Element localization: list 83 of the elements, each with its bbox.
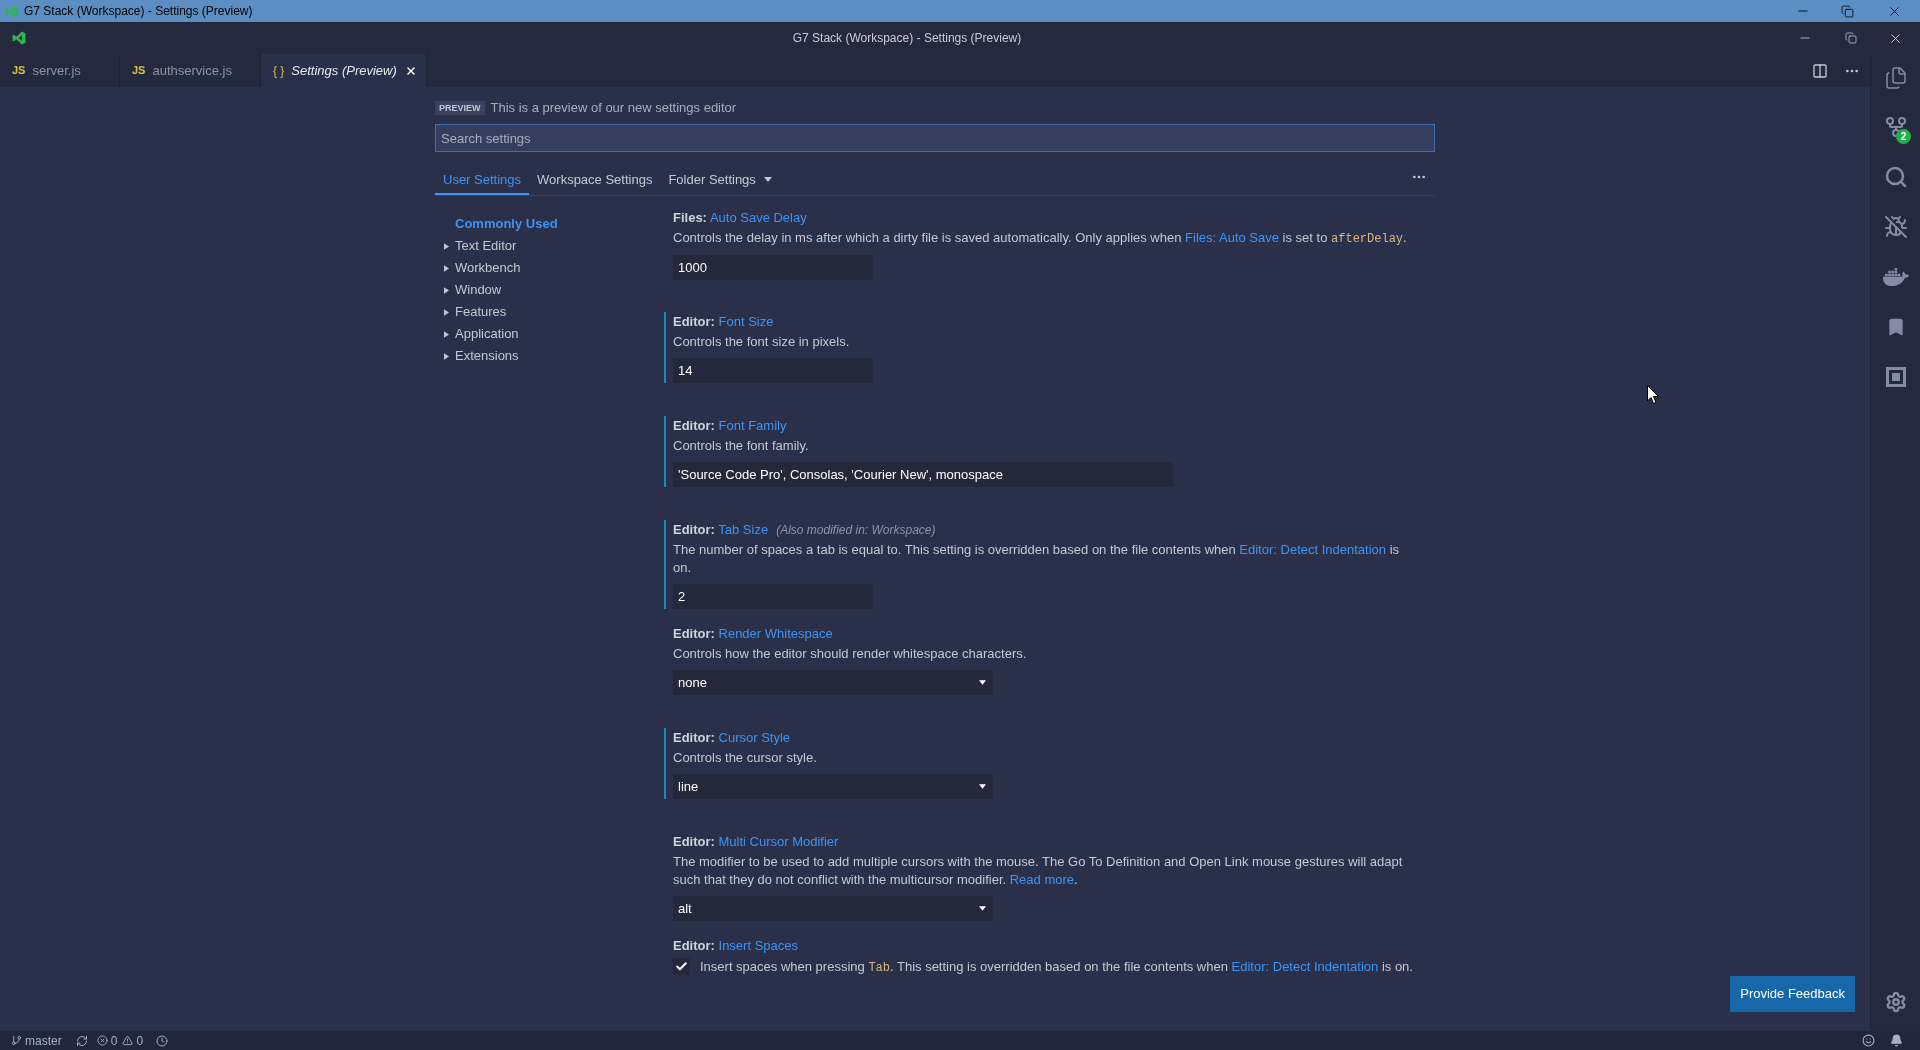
number-field[interactable]: 1000	[673, 255, 873, 280]
checkbox[interactable]	[673, 958, 690, 975]
caret-down-icon	[979, 784, 986, 789]
toc-item[interactable]: Features	[435, 301, 507, 323]
setting-title: Editor: Multi Cursor Modifier	[673, 833, 839, 852]
toc-item[interactable]: Extensions	[435, 345, 519, 367]
setting-description: Controls the font size in pixels.	[673, 333, 850, 351]
preview-badge: PREVIEW	[435, 101, 485, 115]
setting-description: The modifier to be used to add multiple cursors with the mouse. The Go To Definition and Open Link mouse gestures will adapt such that they do not conflict with the multicursor modifier. Read more.	[673, 853, 1404, 889]
bell-icon[interactable]	[1890, 1034, 1903, 1047]
scope-tab[interactable]: Folder Settings	[660, 166, 780, 195]
toc-item[interactable]: Commonly Used	[435, 213, 558, 235]
toc-item[interactable]: Workbench	[435, 257, 521, 279]
problems-status[interactable]: 0 0	[96, 1031, 144, 1050]
toc-item[interactable]: Application	[435, 323, 519, 345]
setting-description: The number of spaces a tab is equal to. This setting is overridden based on the file contents when Editor: Detect Indentation is on.	[673, 541, 1401, 577]
setting-description: Controls the cursor style.	[673, 749, 817, 767]
caret-right-icon	[444, 286, 449, 294]
branch-status[interactable]: master	[11, 1031, 62, 1050]
search-field[interactable]: Search settings	[435, 124, 1435, 152]
error-icon	[96, 1035, 108, 1046]
app-logo-icon	[5, 4, 18, 18]
setting-title: Editor: Render Whitespace	[673, 625, 833, 644]
mouse-pointer-icon	[1647, 385, 1659, 404]
caret-right-icon	[444, 352, 449, 360]
search-icon[interactable]	[1883, 165, 1908, 189]
window-title: G7 Stack (Workspace) - Settings (Preview)	[24, 3, 253, 20]
files-icon[interactable]	[1883, 66, 1908, 90]
number-field[interactable]: 2	[673, 584, 873, 609]
caret-down-icon	[979, 680, 986, 685]
caret-right-icon	[444, 264, 449, 272]
number-field[interactable]: 14	[673, 358, 873, 383]
caret-right-icon	[444, 308, 449, 316]
setting-link[interactable]: Editor: Detect Indentation	[1239, 542, 1387, 557]
setting-description: Controls the delay in ms after which a dirty file is saved automatically. Only applies when Files: Auto Save is set to afterDelay.	[673, 229, 1407, 248]
text-field[interactable]: 'Source Code Pro', Consolas, 'Courier New', monospace	[673, 462, 1173, 487]
toc-item[interactable]: Window	[435, 279, 502, 301]
setting-link[interactable]: Read more	[1009, 872, 1075, 887]
dropdown-select[interactable]: line	[673, 774, 993, 799]
caret-right-icon	[444, 242, 449, 250]
setting-link[interactable]: Editor: Detect Indentation	[1231, 959, 1379, 974]
whale-icon[interactable]	[1882, 266, 1909, 288]
restore-icon[interactable]	[1845, 32, 1857, 44]
close-icon[interactable]	[404, 64, 417, 77]
source-control-icon[interactable]	[1883, 115, 1908, 139]
caret-right-icon	[444, 330, 449, 338]
split-editor-icon[interactable]	[1812, 62, 1828, 79]
scope-tab[interactable]: Workspace Settings	[529, 166, 661, 195]
modified-note: (Also modified in: Workspace)	[776, 522, 936, 539]
feedback-button[interactable]: Provide Feedback	[1730, 976, 1855, 1012]
warning-icon	[122, 1035, 134, 1046]
js-file-icon: JS	[12, 62, 26, 79]
setting-description: Insert spaces when pressing Tab. This setting is overridden based on the file contents when Editor: Detect Indentation is on.	[700, 958, 1413, 977]
preview-notice: This is a preview of our new settings editor	[490, 99, 737, 118]
toc-item[interactable]: Text Editor	[435, 235, 517, 257]
dropdown-select[interactable]: none	[673, 670, 993, 695]
checkmark-icon	[675, 960, 688, 973]
setting-description: Controls how the editor should render whitespace characters.	[673, 645, 1027, 663]
clock-icon[interactable]	[156, 1034, 169, 1047]
settings-icon[interactable]	[1884, 991, 1907, 1013]
setting-title: Editor: Font Size	[673, 313, 774, 332]
scope-tab[interactable]: User Settings	[435, 166, 530, 195]
setting-title: Editor: Font Family	[673, 417, 787, 436]
restore-icon[interactable]	[1841, 4, 1854, 18]
app-logo-icon	[12, 31, 26, 45]
crossed-bug-icon[interactable]	[1883, 215, 1908, 239]
caret-down-icon	[979, 906, 986, 911]
setting-title: Editor: Insert Spaces	[673, 937, 798, 956]
braces-icon: { }	[272, 61, 285, 80]
sync-icon[interactable]	[75, 1034, 88, 1047]
dropdown-select[interactable]: alt	[673, 896, 993, 921]
smiley-icon[interactable]	[1862, 1034, 1875, 1047]
setting-description: Controls the font family.	[673, 437, 809, 455]
setting-title: Editor: Tab Size	[673, 521, 769, 540]
setting-title: Editor: Cursor Style	[673, 729, 791, 748]
caret-down-icon	[763, 177, 772, 182]
window-title: G7 Stack (Workspace) - Settings (Preview)	[792, 30, 1022, 47]
editor-tab[interactable]: { } Settings (Preview)	[260, 54, 427, 87]
js-file-icon: JS	[132, 62, 146, 79]
setting-title: Files: Auto Save Delay	[673, 209, 807, 228]
setting-link[interactable]: Files: Auto Save	[1185, 230, 1279, 245]
count-badge: 2	[1896, 129, 1911, 144]
git-branch-icon	[11, 1035, 22, 1046]
